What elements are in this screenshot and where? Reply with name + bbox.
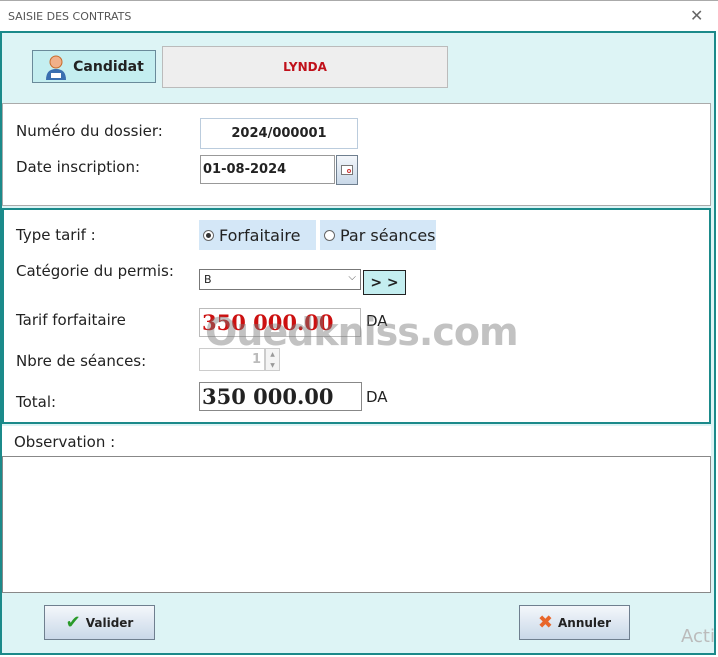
- numero-field[interactable]: 2024/000001: [200, 118, 358, 149]
- check-icon: ✔: [65, 612, 81, 633]
- window-title: SAISIE DES CONTRATS: [8, 10, 132, 23]
- radio-forfaitaire[interactable]: Forfaitaire: [199, 220, 316, 250]
- calendar-button[interactable]: [336, 155, 358, 185]
- radio-unselected-icon: [324, 229, 335, 241]
- radio-label: Par séances: [340, 225, 436, 245]
- total-field: 350 000.00: [199, 382, 362, 411]
- categorie-value: B: [204, 273, 212, 286]
- calendar-icon: [341, 165, 353, 175]
- validate-label: Valider: [85, 615, 134, 630]
- categorie-next-button[interactable]: > >: [363, 270, 406, 295]
- radio-par-seances[interactable]: Par séances: [320, 220, 436, 250]
- candidat-label: Candidat: [73, 58, 144, 75]
- close-icon[interactable]: ✕: [690, 6, 703, 25]
- radio-label: Forfaitaire: [219, 225, 301, 245]
- forfait-label: Tarif forfaitaire: [16, 311, 126, 329]
- seances-stepper[interactable]: ▲ ▼: [265, 348, 280, 371]
- date-label: Date inscription:: [16, 158, 140, 176]
- seances-label: Nbre de séances:: [16, 352, 147, 370]
- numero-label: Numéro du dossier:: [16, 122, 163, 140]
- windows-activation-text: Acti: [681, 626, 715, 647]
- total-currency: DA: [366, 388, 388, 406]
- cancel-label: Annuler: [558, 615, 612, 630]
- date-field[interactable]: 01-08-2024: [200, 155, 335, 184]
- type-tarif-label: Type tarif :: [16, 226, 96, 244]
- x-icon: ✖: [537, 612, 553, 633]
- candidat-name: LYNDA: [162, 46, 448, 88]
- title-bar: SAISIE DES CONTRATS ✕: [0, 0, 718, 32]
- cancel-button[interactable]: ✖ Annuler: [519, 605, 630, 640]
- observation-textarea[interactable]: [2, 456, 711, 593]
- categorie-select[interactable]: B ⌵: [199, 269, 361, 290]
- person-icon: [46, 55, 67, 80]
- observation-label: Observation :: [14, 433, 116, 451]
- chevron-down-icon: ⌵: [348, 272, 356, 283]
- validate-button[interactable]: ✔ Valider: [44, 605, 155, 640]
- categorie-label: Catégorie du permis:: [16, 262, 174, 280]
- total-label: Total:: [16, 393, 57, 411]
- radio-selected-icon: [203, 229, 214, 241]
- candidat-button[interactable]: Candidat: [32, 50, 156, 83]
- seances-field[interactable]: 1: [199, 348, 265, 371]
